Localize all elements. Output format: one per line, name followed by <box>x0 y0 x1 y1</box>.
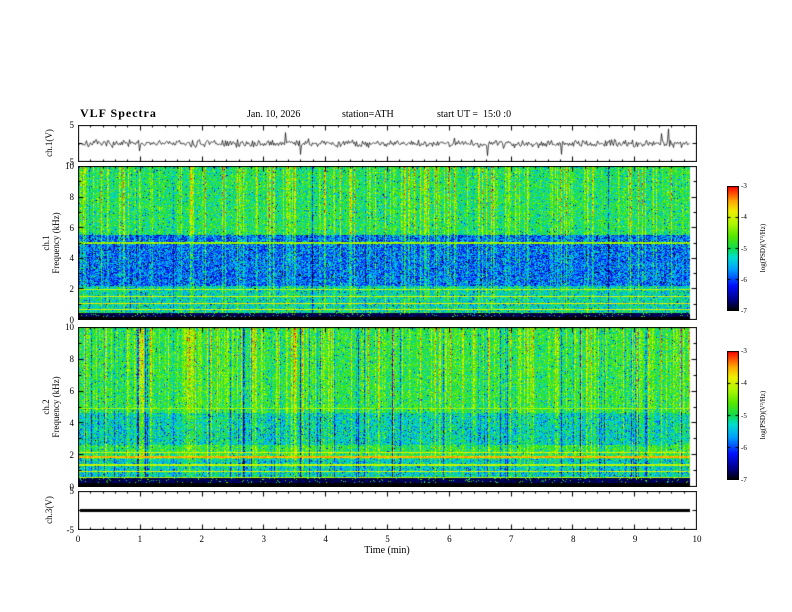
ch1-frequency-axis-label: ch.1 Frequency (kHz) <box>41 212 61 274</box>
colorbar-tick-label: -3 <box>741 182 747 190</box>
colorbar-tick-label: -5 <box>741 411 747 420</box>
colorbar-tick-label: -7 <box>741 307 747 315</box>
x-tick-label: 1 <box>137 534 143 544</box>
ch1-waveform-panel <box>78 125 697 162</box>
x-tick-label: 10 <box>692 534 702 544</box>
figure-title: VLF Spectra <box>80 106 157 120</box>
colorbar-tick-label: -6 <box>741 275 747 284</box>
y-tick-label: 10 <box>65 322 74 332</box>
x-tick-label: 5 <box>385 534 390 544</box>
x-tick-label: 8 <box>570 534 576 544</box>
y-tick-label: 2 <box>69 450 75 460</box>
y-tick-label: 8 <box>69 191 75 202</box>
colorbar-tick-label: -4 <box>741 379 747 388</box>
colorbar-tick-label: -6 <box>741 443 747 452</box>
ch1-spectrogram-panel <box>78 166 697 320</box>
colorbar-tick-label: -3 <box>741 347 747 355</box>
ch2-spectrogram-panel <box>78 327 697 487</box>
colorbar-ch1 <box>727 186 739 311</box>
x-tick-label: 9 <box>632 534 638 544</box>
colorbar-tick-label: -5 <box>741 244 747 253</box>
y-tick-label: 6 <box>69 222 75 233</box>
x-tick-label: 3 <box>261 534 266 544</box>
y-tick-label: 10 <box>65 161 74 171</box>
y-tick-label: 5 <box>69 486 75 496</box>
colorbar-label-ch1: log(PSD)(V²/Hz) <box>759 223 767 273</box>
y-tick-label: -5 <box>66 525 75 535</box>
x-axis-title: Time (min) <box>364 545 410 556</box>
ch2-frequency-axis-label: ch.2 Frequency (kHz) <box>41 376 61 438</box>
x-tick-label: 7 <box>509 534 514 544</box>
x-tick-label: 0 <box>75 534 81 544</box>
y-tick-label: 4 <box>69 418 75 428</box>
y-tick-label: 5 <box>69 120 75 130</box>
y-tick-label: 4 <box>69 253 75 264</box>
vlf-spectra-figure: VLF Spectra Jan. 10, 2026 station=ATH st… <box>0 0 792 612</box>
figure-start-ut: start UT = 15:0 :0 <box>437 109 512 120</box>
colorbar-label-ch2: log(PSD)(V²/Hz) <box>759 390 767 440</box>
x-tick-label: 2 <box>199 534 205 544</box>
x-tick-label: 6 <box>447 534 452 544</box>
figure-station: station=ATH <box>342 109 394 120</box>
ch3-waveform-panel <box>78 491 697 530</box>
colorbar-ch2 <box>727 351 739 480</box>
y-tick-label: 8 <box>69 354 75 364</box>
ch1-voltage-axis-label: ch.1(V) <box>44 129 54 157</box>
y-tick-label: 2 <box>69 284 75 295</box>
figure-date: Jan. 10, 2026 <box>247 109 301 120</box>
x-tick-label: 4 <box>323 534 328 544</box>
ch3-voltage-axis-label: ch.3(V) <box>44 496 54 524</box>
colorbar-tick-label: -7 <box>741 476 747 484</box>
colorbar-tick-label: -4 <box>741 213 747 222</box>
y-tick-label: 6 <box>69 386 75 396</box>
